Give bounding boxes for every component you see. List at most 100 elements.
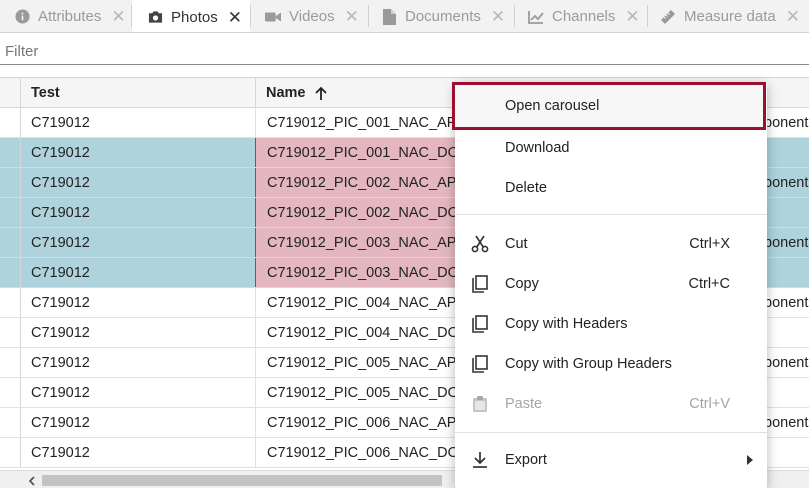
tab-label: Measure data: [684, 8, 776, 25]
row-select-cell[interactable]: [0, 348, 21, 377]
tab-videos[interactable]: Videos ✕: [265, 0, 359, 32]
menu-item-shortcut: Ctrl+V: [689, 396, 730, 412]
name-cell[interactable]: C719012_PIC_002_NAC_DOC: [255, 198, 485, 227]
video-camera-icon: [265, 9, 281, 25]
menu-item-label: Delete: [505, 180, 547, 196]
menu-item-export[interactable]: Export: [455, 440, 767, 480]
trailing-cell[interactable]: ponente: [764, 228, 809, 257]
copy-icon: [471, 355, 489, 373]
submenu-arrow-icon: [747, 455, 753, 465]
scissors-icon: [471, 235, 489, 253]
column-header-test[interactable]: Test: [31, 78, 60, 108]
menu-item-label: Copy: [505, 276, 539, 292]
row-select-cell[interactable]: [0, 198, 21, 227]
trailing-cell[interactable]: ponente: [764, 168, 809, 197]
name-cell[interactable]: C719012_PIC_001_NAC_API: [255, 108, 485, 137]
tab-label: Documents: [405, 8, 481, 25]
name-cell[interactable]: C719012_PIC_004_NAC_API: [255, 288, 485, 317]
test-cell[interactable]: C719012: [31, 348, 90, 377]
menu-separator: [455, 214, 767, 215]
test-cell[interactable]: C719012: [31, 108, 90, 137]
row-select-cell[interactable]: [0, 138, 21, 167]
test-cell[interactable]: C719012: [31, 408, 90, 437]
row-select-cell[interactable]: [0, 108, 21, 137]
menu-item-label: Open carousel: [505, 98, 600, 114]
close-icon[interactable]: ✕: [228, 9, 242, 26]
row-select-cell[interactable]: [0, 168, 21, 197]
tab-label: Attributes: [38, 8, 102, 25]
name-cell[interactable]: C719012_PIC_003_NAC_DOC: [255, 258, 485, 287]
close-icon[interactable]: ✕: [625, 8, 639, 25]
menu-item-shortcut: Ctrl+C: [688, 276, 731, 292]
row-select-cell[interactable]: [0, 288, 21, 317]
close-icon[interactable]: ✕: [491, 8, 505, 25]
trailing-cell[interactable]: ponente: [764, 348, 809, 377]
document-icon: [381, 8, 397, 25]
menu-item-label: Download: [505, 140, 570, 156]
column-header-label: Test: [31, 85, 60, 101]
close-icon[interactable]: ✕: [111, 8, 125, 25]
column-header-label: Name: [266, 85, 306, 101]
menu-separator: [455, 432, 767, 433]
row-select-cell[interactable]: [0, 408, 21, 437]
name-cell[interactable]: C719012_PIC_001_NAC_DOC: [255, 138, 485, 167]
trailing-cell[interactable]: ponente: [764, 108, 809, 137]
test-cell[interactable]: C719012: [31, 318, 90, 347]
trailing-cell[interactable]: ponente: [764, 288, 809, 317]
menu-item-label: Copy with Group Headers: [505, 356, 672, 372]
menu-item-delete[interactable]: Delete: [455, 168, 767, 208]
row-select-cell[interactable]: [0, 318, 21, 347]
test-cell[interactable]: C719012: [31, 228, 90, 257]
name-cell[interactable]: C719012_PIC_002_NAC_API: [255, 168, 485, 197]
tab-bar: Attributes ✕ Photos ✕ Videos ✕ Documents…: [0, 0, 809, 33]
close-icon[interactable]: ✕: [345, 8, 359, 25]
test-cell[interactable]: C719012: [31, 438, 90, 467]
filter-input[interactable]: [0, 38, 809, 64]
menu-item-cut[interactable]: Cut Ctrl+X: [455, 224, 767, 264]
scrollbar-thumb[interactable]: [42, 475, 442, 486]
name-cell[interactable]: C719012_PIC_006_NAC_DOC: [255, 438, 485, 467]
select-column-header[interactable]: [0, 78, 21, 108]
name-cell[interactable]: C719012_PIC_004_NAC_DOC: [255, 318, 485, 347]
test-cell[interactable]: C719012: [31, 168, 90, 197]
info-icon: [14, 9, 30, 25]
tab-photos[interactable]: Photos ✕: [132, 0, 250, 32]
tab-documents[interactable]: Documents ✕: [381, 0, 505, 32]
trailing-cell[interactable]: ponente: [764, 408, 809, 437]
copy-icon: [471, 275, 489, 293]
scroll-left-icon[interactable]: [21, 472, 41, 488]
row-select-cell[interactable]: [0, 438, 21, 467]
row-select-cell[interactable]: [0, 228, 21, 257]
menu-item-copy-with-group-headers[interactable]: Copy with Group Headers: [455, 344, 767, 384]
menu-item-open-carousel[interactable]: Open carousel: [452, 82, 766, 130]
close-icon[interactable]: ✕: [786, 8, 800, 25]
tab-measure-data[interactable]: Measure data ✕: [660, 0, 800, 32]
camera-icon: [147, 9, 163, 25]
ruler-icon: [660, 9, 676, 25]
tab-attributes[interactable]: Attributes ✕: [14, 0, 126, 32]
test-cell[interactable]: C719012: [31, 138, 90, 167]
name-cell[interactable]: C719012_PIC_006_NAC_API: [255, 408, 485, 437]
tab-label: Channels: [552, 8, 616, 25]
menu-item-paste[interactable]: Paste Ctrl+V: [455, 384, 767, 424]
row-select-cell[interactable]: [0, 258, 21, 287]
name-cell[interactable]: C719012_PIC_005_NAC_API: [255, 348, 485, 377]
line-chart-icon: [528, 9, 544, 25]
name-cell[interactable]: C719012_PIC_005_NAC_DOC: [255, 378, 485, 407]
name-cell[interactable]: C719012_PIC_003_NAC_API: [255, 228, 485, 257]
tab-channels[interactable]: Channels ✕: [528, 0, 640, 32]
column-header-name[interactable]: Name: [266, 78, 328, 108]
context-menu: Open carousel Download Delete Cut Ctrl+X…: [452, 82, 767, 488]
tab-label: Videos: [289, 8, 335, 25]
menu-item-copy[interactable]: Copy Ctrl+C: [455, 264, 767, 304]
menu-item-label: Paste: [505, 396, 543, 412]
test-cell[interactable]: C719012: [31, 258, 90, 287]
menu-item-copy-with-headers[interactable]: Copy with Headers: [455, 304, 767, 344]
test-cell[interactable]: C719012: [31, 378, 90, 407]
copy-icon: [471, 315, 489, 333]
menu-item-label: Export: [505, 452, 547, 468]
test-cell[interactable]: C719012: [31, 198, 90, 227]
row-select-cell[interactable]: [0, 378, 21, 407]
menu-item-download[interactable]: Download: [455, 128, 767, 168]
test-cell[interactable]: C719012: [31, 288, 90, 317]
